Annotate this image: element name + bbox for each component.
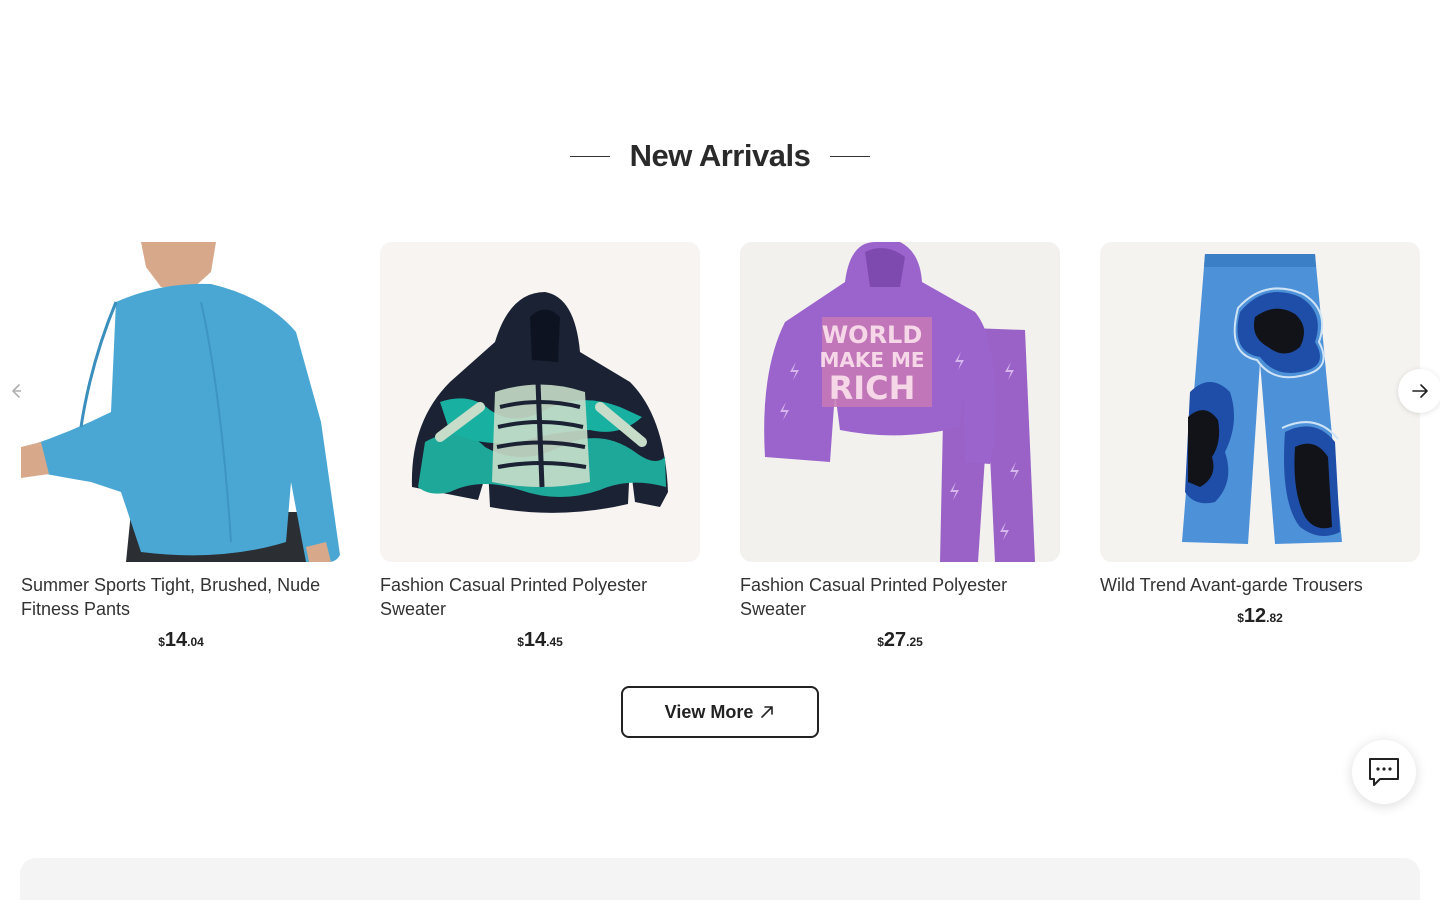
product-price: $27.25	[740, 629, 1060, 652]
product-image[interactable]	[21, 242, 341, 562]
blue-longsleeve-shirt-image	[21, 242, 341, 562]
page: New Arrivals Summer Sports Tight, Brushe…	[0, 0, 1440, 900]
product-price: $14.04	[21, 629, 341, 652]
price-integer: 27	[883, 629, 907, 651]
price-integer: 14	[164, 629, 188, 651]
arrow-right-icon	[1412, 384, 1428, 398]
price-decimal: .04	[187, 635, 204, 649]
price-decimal: .45	[546, 635, 563, 649]
product-price: $14.45	[380, 629, 700, 652]
view-more-label: View More	[664, 701, 754, 722]
blue-camo-trousers-image	[1100, 242, 1420, 562]
section-title: New Arrivals	[629, 138, 811, 173]
product-image[interactable]	[380, 242, 700, 562]
product-price: $12.82	[1100, 605, 1420, 628]
price-integer: 12	[1243, 605, 1267, 627]
price-currency: $	[517, 635, 524, 649]
hoodie-print-text: WORLD MAKE ME RICH	[819, 321, 924, 407]
product-card[interactable]: Fashion Casual Printed Polyester Sweater…	[380, 242, 700, 652]
section-header: New Arrivals	[0, 138, 1440, 174]
price-currency: $	[877, 635, 884, 649]
chat-button[interactable]	[1352, 740, 1416, 804]
title-divider-left	[569, 155, 610, 157]
view-more-button[interactable]: View More	[621, 686, 819, 738]
product-name[interactable]: Fashion Casual Printed Polyester Sweater	[380, 573, 700, 621]
purple-tracksuit-image: WORLD MAKE ME RICH	[740, 242, 1060, 562]
product-image[interactable]: WORLD MAKE ME RICH	[740, 242, 1060, 562]
footer-panel	[20, 858, 1420, 900]
price-decimal: .82	[1266, 611, 1283, 625]
svg-text:RICH: RICH	[829, 369, 916, 407]
price-decimal: .25	[906, 635, 923, 649]
product-name[interactable]: Wild Trend Avant-garde Trousers	[1100, 573, 1420, 597]
carousel-next-button[interactable]	[1398, 369, 1440, 413]
svg-text:WORLD: WORLD	[822, 321, 923, 349]
product-card[interactable]: WORLD MAKE ME RICH Fashion Casual Printe…	[740, 242, 1060, 652]
price-currency: $	[158, 635, 165, 649]
product-carousel: Summer Sports Tight, Brushed, Nude Fitne…	[21, 242, 1420, 662]
product-name[interactable]: Fashion Casual Printed Polyester Sweater	[740, 573, 1060, 621]
skeleton-hoodie-image	[380, 242, 700, 562]
price-currency: $	[1237, 611, 1244, 625]
product-card[interactable]: Summer Sports Tight, Brushed, Nude Fitne…	[21, 242, 341, 652]
product-image[interactable]	[1100, 242, 1420, 562]
product-name[interactable]: Summer Sports Tight, Brushed, Nude Fitne…	[21, 573, 341, 621]
title-divider-right	[830, 155, 871, 157]
chat-bubble-icon	[1369, 758, 1399, 786]
price-integer: 14	[523, 629, 547, 651]
arrow-up-right-icon	[761, 706, 774, 718]
product-card[interactable]: Wild Trend Avant-garde Trousers $12.82	[1100, 242, 1420, 628]
